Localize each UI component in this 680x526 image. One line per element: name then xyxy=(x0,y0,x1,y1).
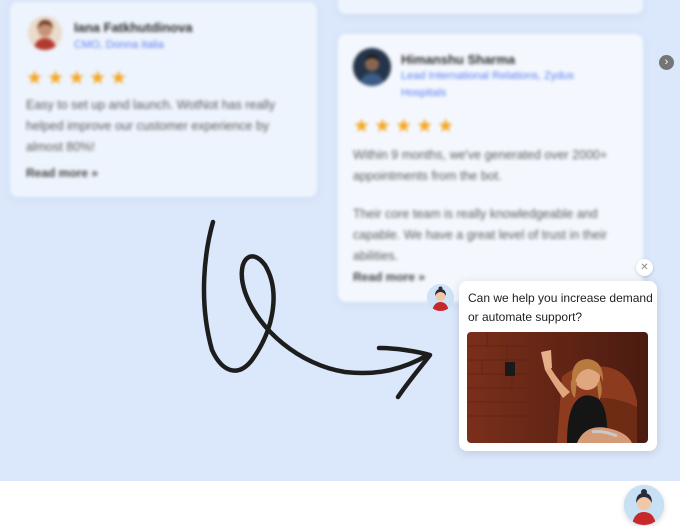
chat-gif-image xyxy=(467,332,648,443)
chat-message-line: or automate support? xyxy=(468,310,583,324)
chat-launcher-button[interactable] xyxy=(624,485,664,525)
chat-message: Can we help you increase demand or autom… xyxy=(468,289,654,327)
chat-popup[interactable]: Can we help you increase demand or autom… xyxy=(459,281,657,451)
bot-avatar-icon xyxy=(624,485,664,525)
chat-message-line: Can we help you increase demand xyxy=(468,291,653,305)
bot-avatar xyxy=(427,284,454,311)
close-icon[interactable]: ✕ xyxy=(636,259,653,276)
